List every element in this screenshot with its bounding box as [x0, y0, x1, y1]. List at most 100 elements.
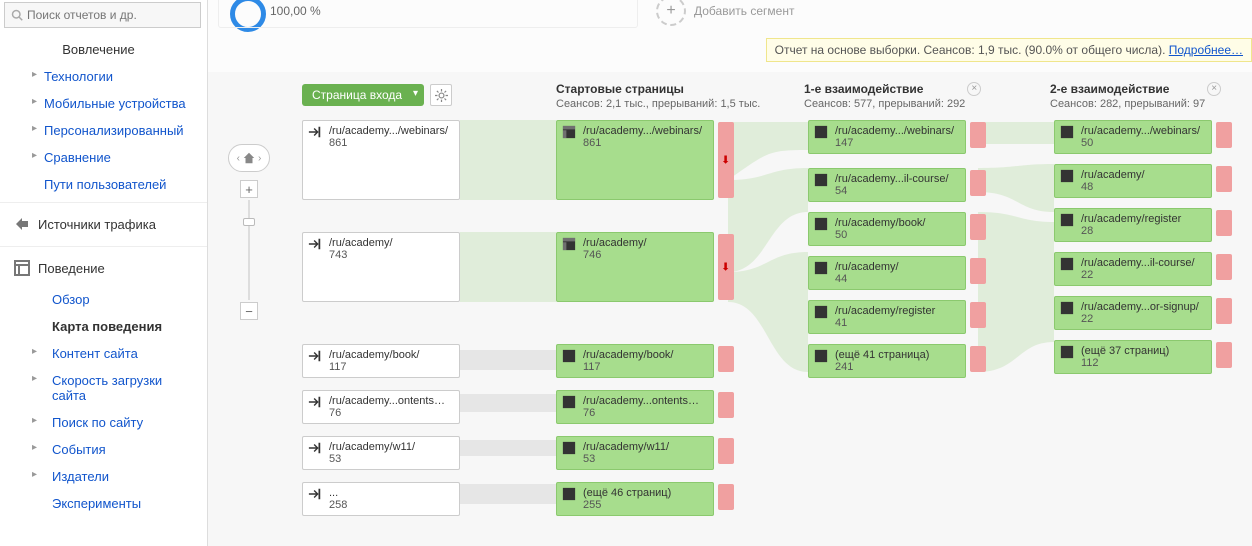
zoom-handle[interactable]	[243, 218, 255, 226]
flow-node[interactable]: (ещё 37 страниц) 112	[1054, 340, 1212, 374]
dropoff-bar[interactable]	[970, 302, 986, 328]
dropoff-bar[interactable]	[970, 170, 986, 196]
flow-node[interactable]: /ru/academy/ 48	[1054, 164, 1212, 198]
flow-node[interactable]: /ru/academy...il-course/ 54	[808, 168, 966, 202]
flow-node[interactable]: /ru/academy/register 28	[1054, 208, 1212, 242]
flow-node[interactable]: (ещё 46 страниц) 255	[556, 482, 714, 516]
dropoff-bar[interactable]	[970, 346, 986, 372]
flow-node[interactable]: /ru/academy.../webinars/ 147	[808, 120, 966, 154]
node-path: /ru/academy/book/	[835, 217, 959, 229]
add-segment-button[interactable]: + Добавить сегмент	[656, 0, 794, 26]
dropoff-bar[interactable]	[1216, 298, 1232, 324]
nav-behavior-flow[interactable]: Карта поведения	[0, 313, 207, 340]
sampling-text: Отчет на основе выборки. Сеансов: 1,9 ты…	[775, 43, 1169, 57]
nav-overview[interactable]: Обзор	[0, 286, 207, 313]
step-selector: Страница входа	[302, 84, 452, 106]
entry-node[interactable]: /ru/academy...ontentsmm/ 76	[302, 390, 460, 424]
page-icon	[562, 395, 576, 409]
dropoff-icon: ⬇	[721, 154, 730, 167]
page-icon	[1060, 125, 1074, 139]
node-value: 112	[1081, 357, 1205, 369]
flow-node[interactable]: /ru/academy.../webinars/ 861	[556, 120, 714, 200]
entry-node[interactable]: /ru/academy/w11/ 53	[302, 436, 460, 470]
page-icon	[562, 487, 576, 501]
dropoff-bar[interactable]	[718, 346, 734, 372]
flow-node[interactable]: (ещё 41 страница) 241	[808, 344, 966, 378]
dropoff-bar[interactable]	[718, 484, 734, 510]
flow-node[interactable]: /ru/academy...or-signup/ 22	[1054, 296, 1212, 330]
nav-technology[interactable]: Технологии	[0, 63, 207, 90]
col-sub: Сеансов: 577, прерываний: 292	[804, 98, 965, 110]
node-path: /ru/academy...ontentsmm/	[329, 395, 453, 407]
step-settings-button[interactable]	[430, 84, 452, 106]
dropoff-bar[interactable]	[1216, 122, 1232, 148]
page-icon	[814, 305, 828, 319]
nav-compare[interactable]: Сравнение	[0, 144, 207, 171]
nav-behavior[interactable]: Поведение	[0, 251, 207, 286]
nav-content[interactable]: Контент сайта	[0, 340, 207, 367]
dropoff-bar[interactable]	[970, 258, 986, 284]
dropoff-bar[interactable]	[970, 214, 986, 240]
nav-site-search[interactable]: Поиск по сайту	[0, 409, 207, 436]
dropoff-bar[interactable]: ⬇	[718, 234, 734, 300]
nav-experiments[interactable]: Эксперименты	[0, 490, 207, 517]
flow-canvas[interactable]: ‹ › + − Страница входа Стартовые страниц…	[208, 72, 1252, 546]
flow-node[interactable]: /ru/academy/book/ 117	[556, 344, 714, 378]
node-value: 50	[1081, 137, 1205, 149]
entry-icon	[308, 125, 322, 139]
dropoff-bar[interactable]	[1216, 342, 1232, 368]
nav-events[interactable]: События	[0, 436, 207, 463]
search-input[interactable]	[27, 8, 194, 22]
nav-speed[interactable]: Скорость загрузки сайта	[0, 367, 207, 409]
flow-node[interactable]: /ru/academy/book/ 50	[808, 212, 966, 246]
entry-node[interactable]: /ru/academy/ 743	[302, 232, 460, 302]
main-area: 100,00 % + Добавить сегмент Отчет на осн…	[208, 0, 1252, 546]
remove-step-button[interactable]: ×	[967, 82, 981, 96]
col-head-i1: 1-е взаимодействие Сеансов: 577, прерыва…	[804, 82, 965, 110]
entry-node[interactable]: ... 258	[302, 482, 460, 516]
flow-node[interactable]: /ru/academy/w11/ 53	[556, 436, 714, 470]
flow-node[interactable]: /ru/academy/register 41	[808, 300, 966, 334]
dropoff-bar[interactable]	[718, 392, 734, 418]
sampling-more-link[interactable]: Подробнее…	[1169, 43, 1243, 57]
dropoff-bar[interactable]	[1216, 254, 1232, 280]
dropoff-bar[interactable]	[1216, 210, 1232, 236]
nav-mobile[interactable]: Мобильные устройства	[0, 90, 207, 117]
flow-node[interactable]: /ru/academy...il-course/ 22	[1054, 252, 1212, 286]
flow-node[interactable]: /ru/academy...ontentsmm/ 76	[556, 390, 714, 424]
nav-publishers[interactable]: Издатели	[0, 463, 207, 490]
node-value: 147	[835, 137, 959, 149]
nav-traffic-sources[interactable]: Источники трафика	[0, 207, 207, 242]
nav-engagement[interactable]: Вовлечение	[0, 36, 207, 63]
node-value: 50	[835, 229, 959, 241]
home-button[interactable]: ‹ ›	[228, 144, 270, 172]
dropoff-bar[interactable]	[1216, 166, 1232, 192]
node-path: /ru/academy/register	[835, 305, 959, 317]
dropoff-bar[interactable]: ⬇	[718, 122, 734, 198]
flow-node[interactable]: /ru/academy/ 44	[808, 256, 966, 290]
search-box[interactable]	[4, 2, 201, 28]
col-title: Стартовые страницы	[556, 82, 760, 96]
dropoff-bar[interactable]	[970, 122, 986, 148]
flow-node[interactable]: /ru/academy/ 746	[556, 232, 714, 302]
node-value: 76	[583, 407, 707, 419]
zoom-out-button[interactable]: −	[240, 302, 258, 320]
zoom-track[interactable]	[248, 200, 250, 300]
segment-bar: 100,00 % + Добавить сегмент	[208, 0, 1252, 30]
nav-personalized[interactable]: Персонализированный	[0, 117, 207, 144]
node-path: /ru/academy.../webinars/	[1081, 125, 1205, 137]
node-value: 746	[583, 249, 707, 261]
node-value: 53	[329, 453, 453, 465]
page-icon	[814, 217, 828, 231]
dropoff-bar[interactable]	[718, 438, 734, 464]
dimension-dropdown[interactable]: Страница входа	[302, 84, 424, 106]
flow-node[interactable]: /ru/academy.../webinars/ 50	[1054, 120, 1212, 154]
page-icon	[814, 173, 828, 187]
entry-node[interactable]: /ru/academy.../webinars/ 861	[302, 120, 460, 200]
node-path: /ru/academy/book/	[329, 349, 453, 361]
entry-node[interactable]: /ru/academy/book/ 117	[302, 344, 460, 378]
remove-step-button[interactable]: ×	[1207, 82, 1221, 96]
page-icon	[1060, 301, 1074, 315]
nav-user-paths[interactable]: Пути пользователей	[0, 171, 207, 198]
zoom-in-button[interactable]: +	[240, 180, 258, 198]
